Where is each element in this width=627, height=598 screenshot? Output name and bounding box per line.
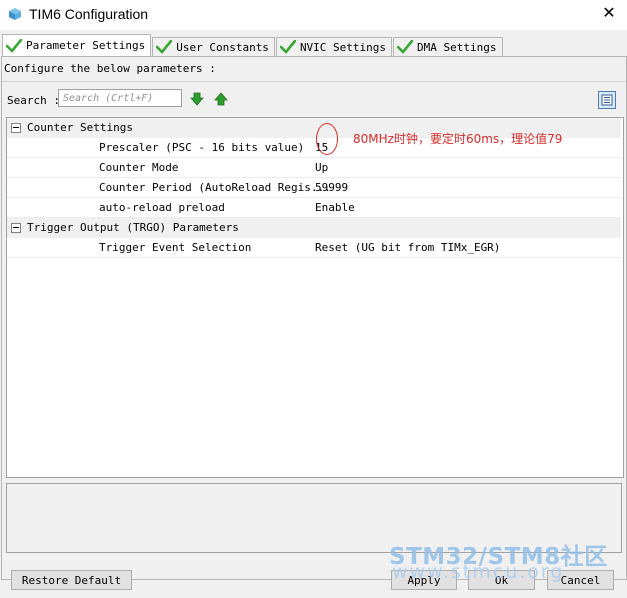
cube-icon [9,8,21,20]
checkmark-icon [397,40,414,54]
restore-default-button[interactable]: Restore Default [11,570,132,590]
search-input[interactable] [58,89,182,107]
param-row-auto-reload-preload[interactable]: auto-reload preload Enable [7,198,621,218]
collapse-icon[interactable] [11,123,21,133]
param-row-trigger-event-selection[interactable]: Trigger Event Selection Reset (UG bit fr… [7,238,621,258]
tab-dma-settings[interactable]: DMA Settings [393,37,503,56]
checkmark-icon [279,40,296,54]
tab-nvic-settings[interactable]: NVIC Settings [275,37,393,56]
group-label: Trigger Output (TRGO) Parameters [27,221,239,234]
annotation-text: 80MHz时钟，要定时60ms，理论值79 [353,132,563,146]
title-bar: TIM6 Configuration ✕ [0,0,627,30]
param-value[interactable]: Reset (UG bit from TIMx_EGR) [315,241,500,254]
list-icon [601,94,613,106]
param-name: Prescaler (PSC - 16 bits value) [99,141,305,154]
search-label: Search : [7,94,60,107]
param-name: auto-reload preload [99,201,225,214]
param-name: Counter Period (AutoReload Regis... [99,181,331,194]
close-button[interactable]: ✕ [601,5,617,21]
param-value[interactable]: Up [315,161,328,174]
parameter-settings-panel: Configure the below parameters : Search … [1,56,627,580]
window-title: TIM6 Configuration [29,6,149,22]
param-value[interactable]: Enable [315,201,355,214]
param-name: Trigger Event Selection [99,241,252,254]
checkmark-icon [156,40,173,54]
param-row-counter-period[interactable]: Counter Period (AutoReload Regis... 5999… [7,178,621,198]
tab-user-constants[interactable]: User Constants [152,37,275,56]
param-name: Counter Mode [99,161,179,174]
tab-strip: Parameter Settings User Constants NVIC S… [2,34,504,56]
tab-label: User Constants [176,40,269,54]
param-value[interactable]: 59999 [315,181,348,194]
tab-parameter-settings[interactable]: Parameter Settings [2,34,152,56]
checkmark-icon [6,38,22,53]
parameter-tree: Counter Settings Prescaler (PSC - 16 bit… [6,117,624,478]
arrow-down-icon[interactable] [190,92,204,106]
list-view-button[interactable] [598,91,616,109]
instruction-text: Configure the below parameters : [4,62,216,75]
dialog-body: Parameter Settings User Constants NVIC S… [0,30,627,598]
group-label: Counter Settings [27,121,133,134]
tab-label: DMA Settings [417,40,497,54]
param-row-counter-mode[interactable]: Counter Mode Up [7,158,621,178]
highlight-ellipse [316,123,338,155]
collapse-icon[interactable] [11,223,21,233]
divider [2,81,626,82]
tab-label: Parameter Settings [26,39,146,52]
tab-label: NVIC Settings [299,40,387,54]
arrow-up-icon[interactable] [214,92,228,106]
watermark-url: www.stmcu.org [392,561,565,583]
group-trigger-output[interactable]: Trigger Output (TRGO) Parameters [7,218,621,238]
